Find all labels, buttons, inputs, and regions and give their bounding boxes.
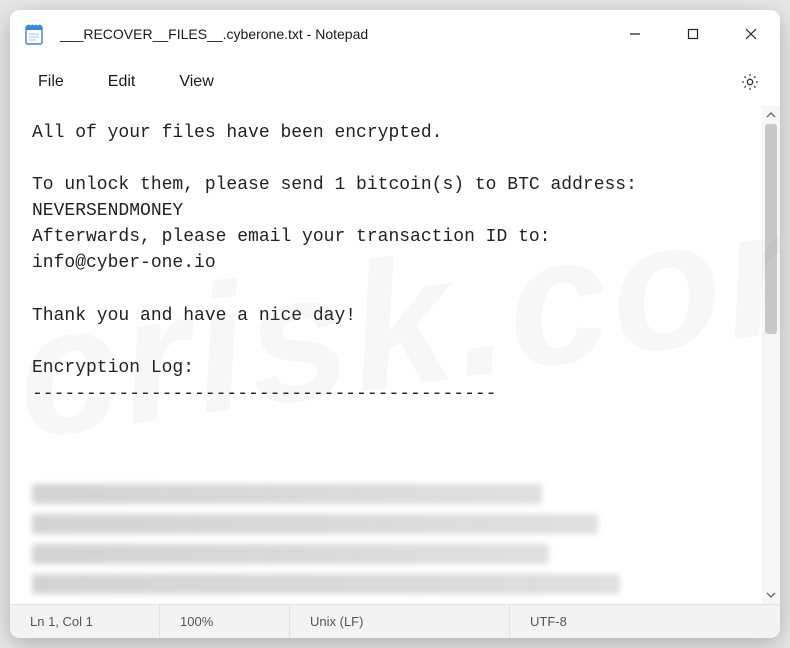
close-button[interactable] (722, 10, 780, 58)
status-cursor-position: Ln 1, Col 1 (10, 605, 160, 638)
menu-view[interactable]: View (157, 65, 235, 99)
menu-bar: File Edit View (10, 58, 780, 106)
notepad-window: ___RECOVER__FILES__.cyberone.txt - Notep… (10, 10, 780, 638)
content-area: All of your files have been encrypted. T… (10, 106, 780, 604)
status-encoding: UTF-8 (510, 605, 780, 638)
status-line-endings: Unix (LF) (290, 605, 510, 638)
scroll-up-arrow-icon[interactable] (762, 106, 780, 124)
window-controls (606, 10, 780, 58)
window-title: ___RECOVER__FILES__.cyberone.txt - Notep… (60, 26, 368, 42)
status-zoom[interactable]: 100% (160, 605, 290, 638)
scroll-down-arrow-icon[interactable] (762, 586, 780, 604)
notepad-app-icon (24, 23, 44, 45)
redacted-line (32, 574, 620, 594)
redacted-line (32, 514, 598, 534)
encryption-log-redacted (10, 470, 762, 604)
title-bar: ___RECOVER__FILES__.cyberone.txt - Notep… (10, 10, 780, 58)
menu-edit[interactable]: Edit (86, 65, 158, 99)
redacted-line (32, 484, 542, 504)
vertical-scrollbar[interactable] (762, 106, 780, 604)
scroll-thumb[interactable] (765, 124, 777, 334)
settings-button[interactable] (726, 66, 774, 98)
menu-file[interactable]: File (16, 65, 86, 99)
minimize-button[interactable] (606, 10, 664, 58)
maximize-button[interactable] (664, 10, 722, 58)
text-editor[interactable]: All of your files have been encrypted. T… (10, 106, 762, 470)
status-bar: Ln 1, Col 1 100% Unix (LF) UTF-8 (10, 604, 780, 638)
redacted-line (32, 544, 549, 564)
